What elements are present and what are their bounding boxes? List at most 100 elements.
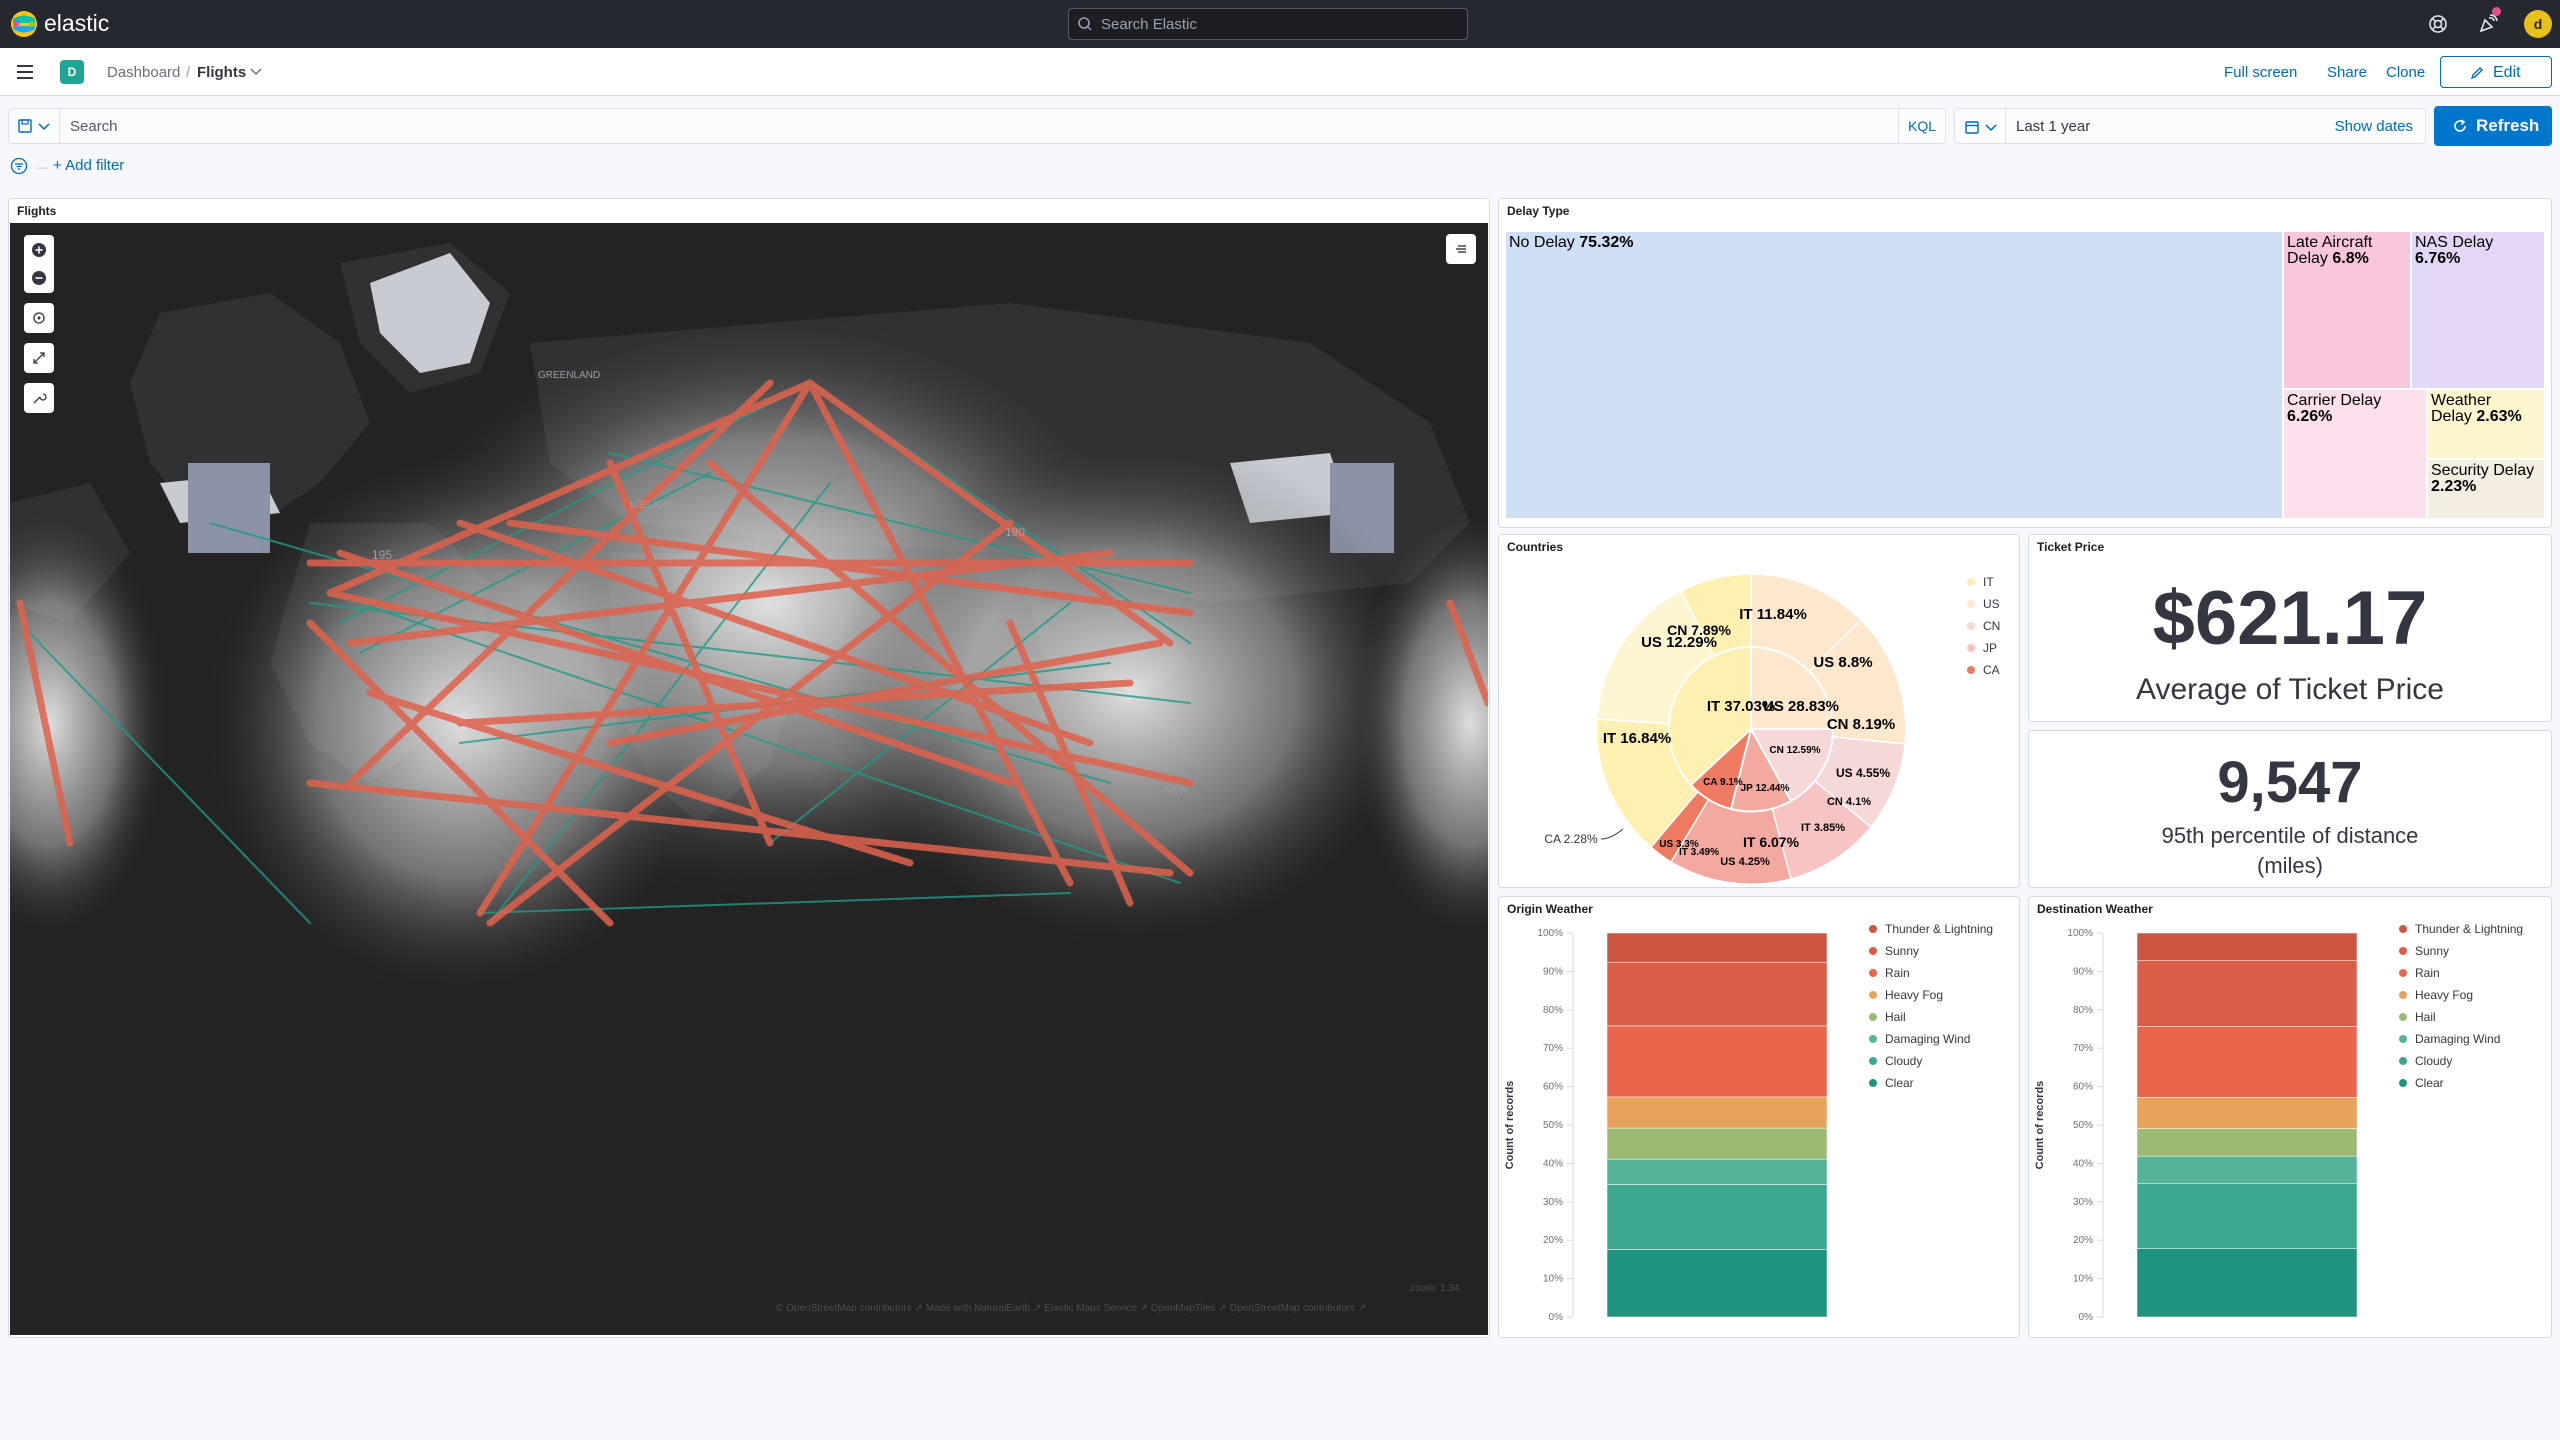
legend-label[interactable]: Rain xyxy=(2415,966,2440,980)
layer-legend-button[interactable] xyxy=(1446,234,1476,264)
date-range-field[interactable]: Last 1 year Show dates xyxy=(2006,108,2426,144)
legend-item[interactable]: CN xyxy=(1967,619,2000,633)
bar-segment-damaging-wind[interactable] xyxy=(1606,1158,1828,1185)
legend-label[interactable]: Sunny xyxy=(1885,944,1919,958)
breadcrumb-dashboard[interactable]: Dashboard xyxy=(107,64,180,81)
treemap-cell[interactable]: Late Aircraft Delay 6.8% xyxy=(2282,231,2412,390)
fit-to-data-button[interactable] xyxy=(24,343,54,373)
legend-item[interactable]: JP xyxy=(1967,641,1997,655)
notification-dot xyxy=(2492,7,2501,16)
bar-segment-hail[interactable] xyxy=(2136,1128,2358,1157)
legend-label[interactable]: Clear xyxy=(1885,1076,1914,1090)
quick-date-menu-button[interactable] xyxy=(1954,108,2006,144)
query-language-button[interactable]: KQL xyxy=(1898,108,1946,144)
bar-segment-heavy-fog[interactable] xyxy=(2136,1097,2358,1129)
bar-segment-clear[interactable] xyxy=(2136,1248,2358,1318)
legend-item[interactable]: US xyxy=(1967,597,2000,611)
y-tick-label: 80% xyxy=(1543,1005,1563,1016)
legend-label[interactable]: Heavy Fog xyxy=(2415,988,2473,1002)
sunburst-label: US 12.29% xyxy=(1641,634,1717,651)
bar-segment-thunder-lightning[interactable] xyxy=(2136,932,2358,961)
space-selector[interactable]: D xyxy=(60,60,84,84)
origin-weather-chart[interactable]: Count of records 0% 10% 20% 30% 40% 50% 60% 70% 8… xyxy=(1499,917,2019,1337)
filter-menu-icon[interactable] xyxy=(10,157,28,175)
bar-segment-cloudy[interactable] xyxy=(2136,1183,2358,1249)
map-canvas[interactable]: GREENLAND ICELAND 195 190 NEW NEW xyxy=(10,223,1488,1335)
edit-button[interactable]: Edit xyxy=(2440,56,2552,88)
date-range-value: Last 1 year xyxy=(2016,118,2091,135)
treemap-cell[interactable]: Weather Delay 2.63% xyxy=(2426,388,2545,460)
bar-segment-sunny[interactable] xyxy=(2136,960,2358,1027)
bar-segment-rain[interactable] xyxy=(1606,1025,1828,1098)
add-filter-button[interactable]: + Add filter xyxy=(53,157,124,174)
bar-segment-hail[interactable] xyxy=(1606,1127,1828,1160)
full-screen-button[interactable]: Full screen xyxy=(2224,64,2297,81)
zoom-in-icon[interactable] xyxy=(31,242,47,258)
legend-label[interactable]: Cloudy xyxy=(2415,1054,2452,1068)
bar-segment-clear[interactable] xyxy=(1606,1249,1828,1318)
breadcrumb-current[interactable]: Flights xyxy=(197,64,246,81)
legend-label[interactable]: Heavy Fog xyxy=(1885,988,1943,1002)
zoom-out-icon[interactable] xyxy=(31,270,47,286)
query-input[interactable]: Search xyxy=(60,108,1904,144)
y-tick-label: 80% xyxy=(2073,1005,2093,1016)
legend-label[interactable]: Hail xyxy=(1885,1010,1906,1024)
legend-label[interactable]: Damaging Wind xyxy=(1885,1032,1970,1046)
legend-label[interactable]: Damaging Wind xyxy=(2415,1032,2500,1046)
legend-label[interactable]: Rain xyxy=(1885,966,1910,980)
chevron-down-icon[interactable] xyxy=(248,63,264,79)
bar-segment-sunny[interactable] xyxy=(1606,961,1828,1027)
bar-segment-damaging-wind[interactable] xyxy=(2136,1155,2358,1185)
y-tick-label: 70% xyxy=(1543,1043,1563,1054)
flights-map[interactable]: GREENLAND ICELAND 195 190 NEW NEW zoom: … xyxy=(10,223,1488,1335)
show-dates-button[interactable]: Show dates xyxy=(2335,118,2413,135)
breadcrumb-separator: / xyxy=(186,64,191,81)
legend-label[interactable]: Cloudy xyxy=(1885,1054,1922,1068)
treemap-cell[interactable]: NAS Delay 6.76% xyxy=(2410,231,2545,390)
y-tick-label: 30% xyxy=(2073,1197,2093,1208)
set-view-button[interactable] xyxy=(24,303,54,333)
bar-segment-cloudy[interactable] xyxy=(1606,1184,1828,1250)
legend-label: JP xyxy=(1983,641,1998,655)
sunburst-label: IT 3.85% xyxy=(1801,822,1845,834)
legend-label[interactable]: Hail xyxy=(2415,1010,2436,1024)
legend-dot xyxy=(2399,1013,2407,1021)
flights-map-panel: Flights GREENLAND ICELAND 195 190 NEW NE… xyxy=(8,198,1490,1338)
global-search-input[interactable]: Search Elastic xyxy=(1068,8,1468,40)
legend-label[interactable]: Sunny xyxy=(2415,944,2449,958)
saved-query-button[interactable] xyxy=(8,108,60,144)
legend-item[interactable]: IT xyxy=(1967,575,1994,589)
treemap-cell-name: No Delay xyxy=(1509,234,1575,251)
help-icon[interactable] xyxy=(2426,12,2450,36)
panel-title: Destination Weather xyxy=(2037,902,2153,916)
share-button[interactable]: Share xyxy=(2327,64,2367,81)
menu-icon[interactable] xyxy=(14,61,36,83)
treemap-cell[interactable]: No Delay 75.32% xyxy=(1505,231,2284,519)
delay-type-treemap[interactable]: No Delay 75.32% Late Aircraft Delay 6.8%… xyxy=(1505,231,2545,519)
legend-dot xyxy=(1869,1035,1877,1043)
legend-label[interactable]: Clear xyxy=(2415,1076,2444,1090)
refresh-button[interactable]: Refresh xyxy=(2434,106,2552,146)
treemap-cell[interactable]: Carrier Delay 6.26% xyxy=(2282,388,2428,519)
map-attribution[interactable]: © OpenStreetMap contributors ↗ Made with… xyxy=(776,1303,1366,1314)
clone-button[interactable]: Clone xyxy=(2386,64,2425,81)
legend-dot xyxy=(2399,925,2407,933)
bar-segment-heavy-fog[interactable] xyxy=(1606,1096,1828,1129)
treemap-cell-pct: 75.32% xyxy=(1579,234,1633,251)
sunburst-label: CA 9.1% xyxy=(1703,777,1743,788)
elastic-logo-icon[interactable] xyxy=(10,10,38,38)
user-avatar[interactable]: d xyxy=(2524,10,2552,38)
sunburst-label: IT 16.84% xyxy=(1603,730,1671,747)
destination-weather-chart[interactable]: Count of records 0% 10% 20% 30% 40% 50% 60% 70% 8… xyxy=(2029,917,2549,1337)
countries-sunburst[interactable]: CN 7.89% US 12.29% IT 11.84% US 8.8% CN … xyxy=(1499,557,2019,887)
treemap-cell[interactable]: Security Delay 2.23% xyxy=(2426,458,2545,519)
legend-item[interactable]: CA xyxy=(1967,663,2000,677)
legend-label[interactable]: Thunder & Lightning xyxy=(1885,922,1993,936)
bar-segment-rain[interactable] xyxy=(2136,1026,2358,1098)
svg-text:Delay 2.63%: Delay 2.63% xyxy=(2431,408,2522,425)
tools-button[interactable] xyxy=(24,383,54,413)
legend-label[interactable]: Thunder & Lightning xyxy=(2415,922,2523,936)
leader-line xyxy=(1600,828,1624,840)
bar-segment-thunder-lightning[interactable] xyxy=(1606,932,1828,963)
destination-weather-panel: Destination Weather Count of records 0% 10… xyxy=(2028,896,2552,1338)
